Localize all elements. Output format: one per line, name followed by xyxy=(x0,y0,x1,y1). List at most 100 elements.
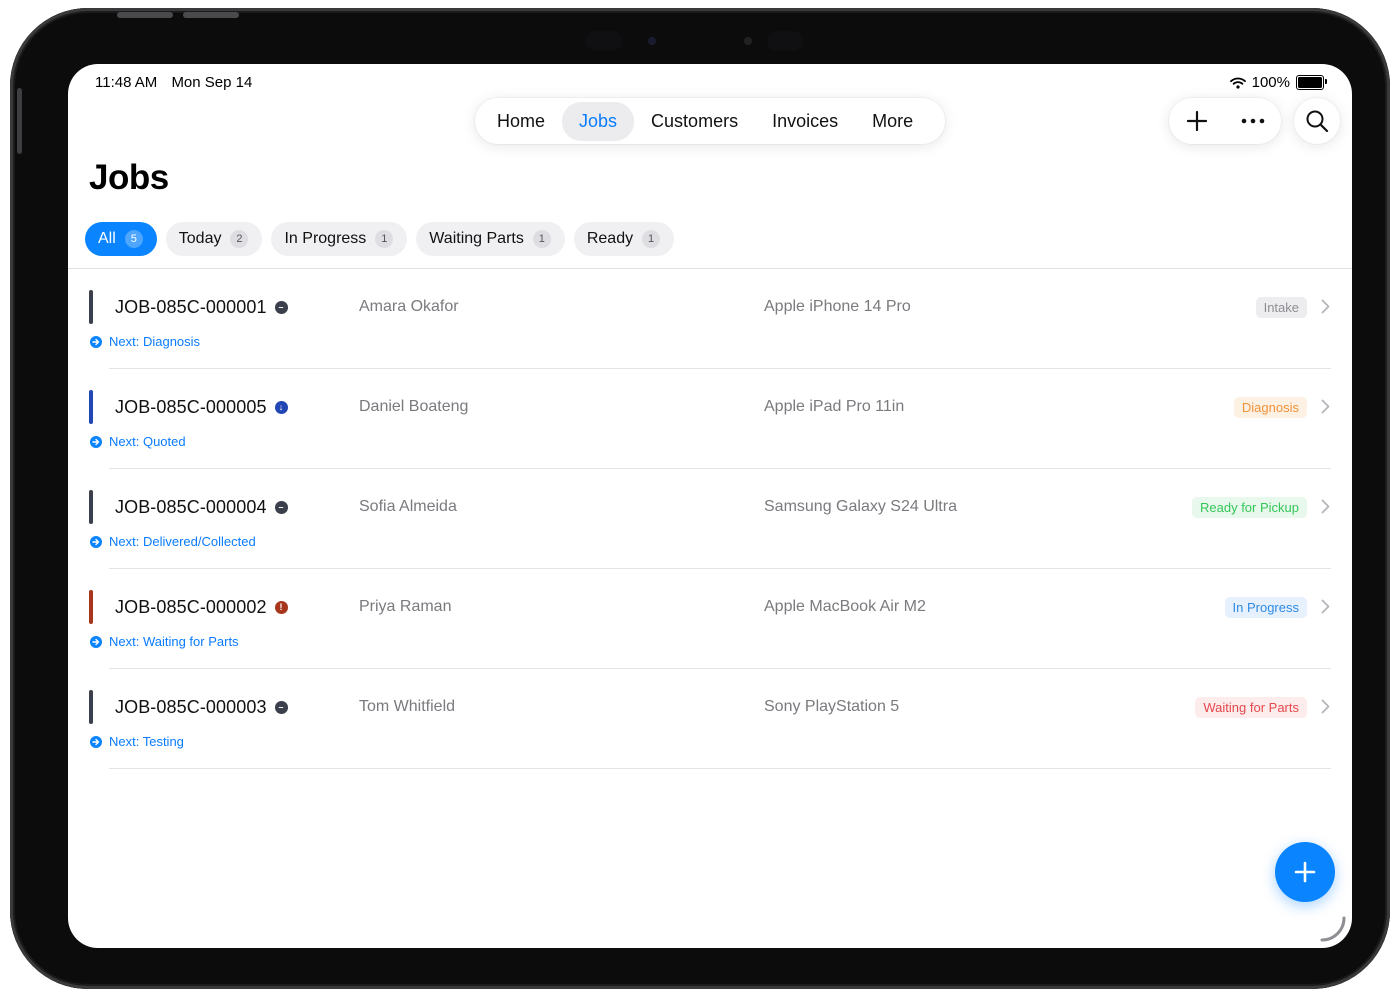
plus-icon xyxy=(1294,861,1316,883)
filter-today[interactable]: Today 2 xyxy=(165,222,263,256)
filter-in-progress[interactable]: In Progress 1 xyxy=(271,222,408,256)
job-id-wrap: JOB-085C-000002 ! xyxy=(115,597,288,618)
status-badge: Waiting for Parts xyxy=(1195,697,1307,718)
customer-name: Priya Raman xyxy=(359,598,452,615)
job-id: JOB-085C-000005 xyxy=(115,397,267,417)
next-step-label: Next: Diagnosis xyxy=(109,334,201,349)
device-name: Samsung Galaxy S24 Ultra xyxy=(764,498,957,515)
status-badge: Diagnosis xyxy=(1233,397,1307,418)
priority-bar xyxy=(89,490,93,524)
job-id-wrap: JOB-085C-000005 ↓ xyxy=(115,397,288,418)
new-job-button[interactable] xyxy=(1275,842,1335,902)
tab-home[interactable]: Home xyxy=(480,102,562,141)
next-step: Next: Diagnosis xyxy=(90,334,200,349)
status-badge: Intake xyxy=(1255,297,1307,318)
status-badge: Ready for Pickup xyxy=(1192,497,1307,518)
screen: 11:48 AM Mon Sep 14 100% Home Jobs Custo… xyxy=(68,64,1352,948)
status-time: 11:48 AM xyxy=(95,74,158,91)
sensor xyxy=(586,31,622,51)
status-badge: In Progress xyxy=(1224,597,1307,618)
filter-count: 1 xyxy=(532,230,551,248)
filter-count: 1 xyxy=(375,230,394,248)
resize-handle-icon[interactable] xyxy=(1320,916,1346,942)
customer-name: Sofia Almeida xyxy=(359,498,457,515)
status-bar-right: 100% xyxy=(1229,74,1327,91)
next-step: Next: Testing xyxy=(90,734,184,749)
device-name: Sony PlayStation 5 xyxy=(764,698,900,715)
search-icon xyxy=(1306,110,1329,133)
job-row[interactable]: JOB-085C-000002 ! Next: Waiting for Part… xyxy=(68,569,1352,669)
next-step: Next: Waiting for Parts xyxy=(90,634,239,649)
chevron-right-icon xyxy=(1321,699,1330,714)
jobs-list: JOB-085C-000001 – Next: Diagnosis Amara … xyxy=(68,269,1352,769)
more-options-button[interactable] xyxy=(1235,103,1271,139)
job-row[interactable]: JOB-085C-000004 – Next: Delivered/Collec… xyxy=(68,469,1352,569)
arrow-down-circle-icon: ↓ xyxy=(274,401,288,414)
next-step-label: Next: Quoted xyxy=(109,434,186,449)
filter-label: Waiting Parts xyxy=(429,230,524,247)
priority-bar xyxy=(89,290,93,324)
chevron-right-icon xyxy=(1321,499,1330,514)
minus-circle-icon: – xyxy=(274,301,288,314)
filter-count: 2 xyxy=(230,230,249,248)
volume-button xyxy=(117,12,173,18)
ellipsis-icon xyxy=(1241,118,1265,124)
job-id-wrap: JOB-085C-000004 – xyxy=(115,497,288,518)
priority-bar xyxy=(89,590,93,624)
tab-jobs[interactable]: Jobs xyxy=(562,101,635,141)
job-id: JOB-085C-000002 xyxy=(115,597,267,617)
next-step-label: Next: Waiting for Parts xyxy=(109,634,239,649)
filter-label: In Progress xyxy=(284,230,367,247)
chevron-right-icon xyxy=(1321,399,1330,414)
status-bar-left: 11:48 AM Mon Sep 14 xyxy=(95,74,262,91)
tab-customers[interactable]: Customers xyxy=(634,102,755,141)
side-button xyxy=(17,88,22,154)
device-name: Apple iPad Pro 11in xyxy=(764,398,905,415)
filter-chips: All 5 Today 2 In Progress 1 Waiting Part… xyxy=(85,222,675,256)
arrow-right-circle-icon xyxy=(90,435,102,448)
search-button[interactable] xyxy=(1294,98,1340,144)
toolbar-actions xyxy=(1169,98,1281,144)
minus-circle-icon: – xyxy=(274,501,288,514)
device-name: Apple iPhone 14 Pro xyxy=(764,298,911,315)
device-name: Apple MacBook Air M2 xyxy=(764,598,926,615)
filter-all[interactable]: All 5 xyxy=(85,222,157,256)
filter-count: 5 xyxy=(124,230,143,248)
chevron-right-icon xyxy=(1321,299,1330,314)
sensor xyxy=(744,37,752,45)
volume-button xyxy=(183,12,239,18)
filter-count: 1 xyxy=(642,230,661,248)
tab-more[interactable]: More xyxy=(855,102,930,141)
job-id-wrap: JOB-085C-000001 – xyxy=(115,297,288,318)
arrow-right-circle-icon xyxy=(90,535,102,548)
arrow-right-circle-icon xyxy=(90,635,102,648)
filter-waiting-parts[interactable]: Waiting Parts 1 xyxy=(416,222,565,256)
job-id: JOB-085C-000004 xyxy=(115,497,267,517)
filter-label: Ready xyxy=(586,230,634,247)
priority-bar xyxy=(89,690,93,724)
chevron-right-icon xyxy=(1321,599,1330,614)
exclamation-circle-icon: ! xyxy=(274,601,288,614)
job-row[interactable]: JOB-085C-000003 – Next: Testing Tom Whit… xyxy=(68,669,1352,769)
next-step: Next: Delivered/Collected xyxy=(90,534,256,549)
job-id-wrap: JOB-085C-000003 – xyxy=(115,697,288,718)
tablet-frame: 11:48 AM Mon Sep 14 100% Home Jobs Custo… xyxy=(10,8,1390,989)
arrow-right-circle-icon xyxy=(90,335,102,348)
job-id: JOB-085C-000003 xyxy=(115,697,267,717)
arrow-right-circle-icon xyxy=(90,735,102,748)
job-row[interactable]: JOB-085C-000005 ↓ Next: Quoted Daniel Bo… xyxy=(68,369,1352,469)
next-step: Next: Quoted xyxy=(90,434,186,449)
filter-ready[interactable]: Ready 1 xyxy=(573,222,675,256)
next-step-label: Next: Delivered/Collected xyxy=(109,534,256,549)
next-step-label: Next: Testing xyxy=(109,734,184,749)
page-title: Jobs xyxy=(89,158,169,197)
battery-percent: 100% xyxy=(1251,74,1290,91)
priority-bar xyxy=(89,390,93,424)
tab-invoices[interactable]: Invoices xyxy=(755,102,855,141)
job-row[interactable]: JOB-085C-000001 – Next: Diagnosis Amara … xyxy=(68,269,1352,369)
nav-tabs: Home Jobs Customers Invoices More xyxy=(475,98,945,144)
add-button[interactable] xyxy=(1179,103,1215,139)
row-divider xyxy=(109,768,1331,769)
job-id: JOB-085C-000001 xyxy=(115,297,267,317)
status-date: Mon Sep 14 xyxy=(171,74,253,91)
